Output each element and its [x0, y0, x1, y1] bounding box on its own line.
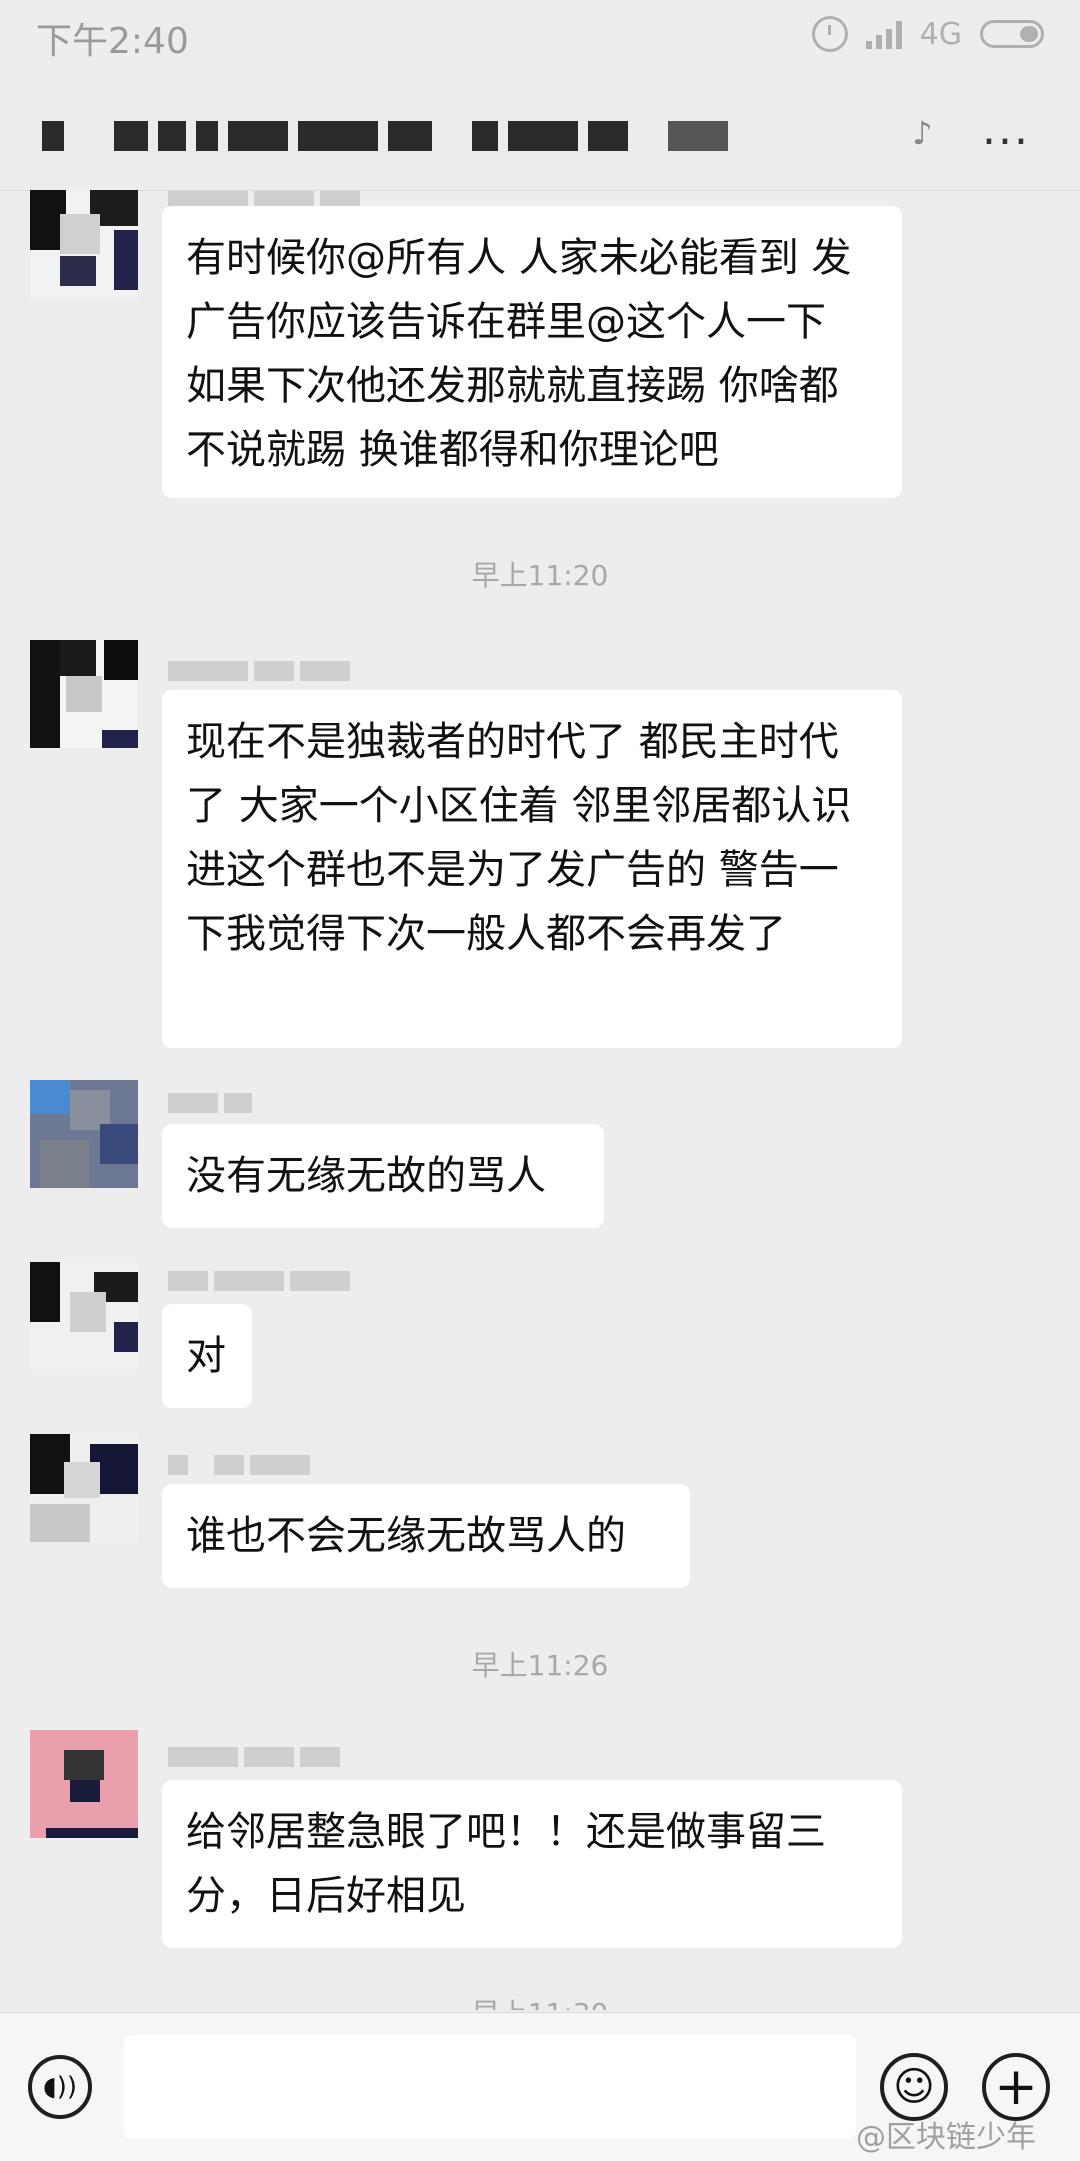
group-title-blurred — [42, 116, 728, 156]
signal-icon — [865, 19, 902, 49]
sender-name-blurred — [168, 1088, 252, 1118]
watermark: @区块链少年 — [856, 2120, 1036, 2155]
avatar[interactable] — [30, 640, 138, 748]
plus-icon[interactable]: + — [982, 2053, 1050, 2121]
chat-area[interactable]: 有时候你@所有人 人家未必能看到 发广告你应该告诉在群里@这个人一下 如果下次他… — [0, 190, 1080, 2010]
status-bar: 下午2:40 4G — [0, 0, 1080, 70]
avatar[interactable] — [30, 1730, 138, 1838]
avatar[interactable] — [30, 1262, 138, 1370]
sender-name-blurred — [168, 1450, 310, 1480]
message-bubble[interactable]: 对 — [162, 1304, 252, 1408]
status-icons: 4G — [811, 12, 1044, 56]
message-bubble[interactable]: 谁也不会无缘无故骂人的 — [162, 1484, 690, 1588]
chat-header: ♪ ... — [0, 70, 1080, 191]
message-bubble[interactable]: 给邻居整急眼了吧！！还是做事留三分，日后好相见 — [162, 1780, 902, 1948]
mute-icon: ♪ — [912, 114, 933, 152]
message-input[interactable] — [124, 2035, 856, 2139]
status-time: 下午2:40 — [36, 21, 189, 62]
alarm-icon — [811, 16, 848, 52]
message-bubble[interactable]: 有时候你@所有人 人家未必能看到 发广告你应该告诉在群里@这个人一下 如果下次他… — [162, 206, 902, 498]
message-bubble[interactable]: 现在不是独裁者的时代了 都民主时代了 大家一个小区住着 邻里邻居都认识 进这个群… — [162, 690, 902, 1048]
avatar[interactable] — [30, 1434, 138, 1542]
sender-name-blurred — [168, 656, 350, 686]
message-bubble[interactable]: 没有无缘无故的骂人 — [162, 1124, 604, 1228]
avatar[interactable] — [30, 1080, 138, 1188]
more-button[interactable]: ... — [982, 108, 1030, 152]
network-type: 4G — [919, 16, 962, 52]
voice-icon[interactable]: ◖)) — [28, 2055, 92, 2119]
timestamp: 早上11:30 — [0, 1992, 1080, 2010]
timestamp: 早上11:20 — [471, 559, 609, 592]
sender-name-blurred — [168, 1742, 340, 1772]
emoji-icon[interactable]: ☺ — [880, 2053, 948, 2121]
battery-icon — [980, 20, 1044, 48]
timestamp: 早上11:26 — [471, 1649, 609, 1682]
sender-name-blurred — [168, 1266, 350, 1296]
avatar[interactable] — [30, 190, 138, 298]
